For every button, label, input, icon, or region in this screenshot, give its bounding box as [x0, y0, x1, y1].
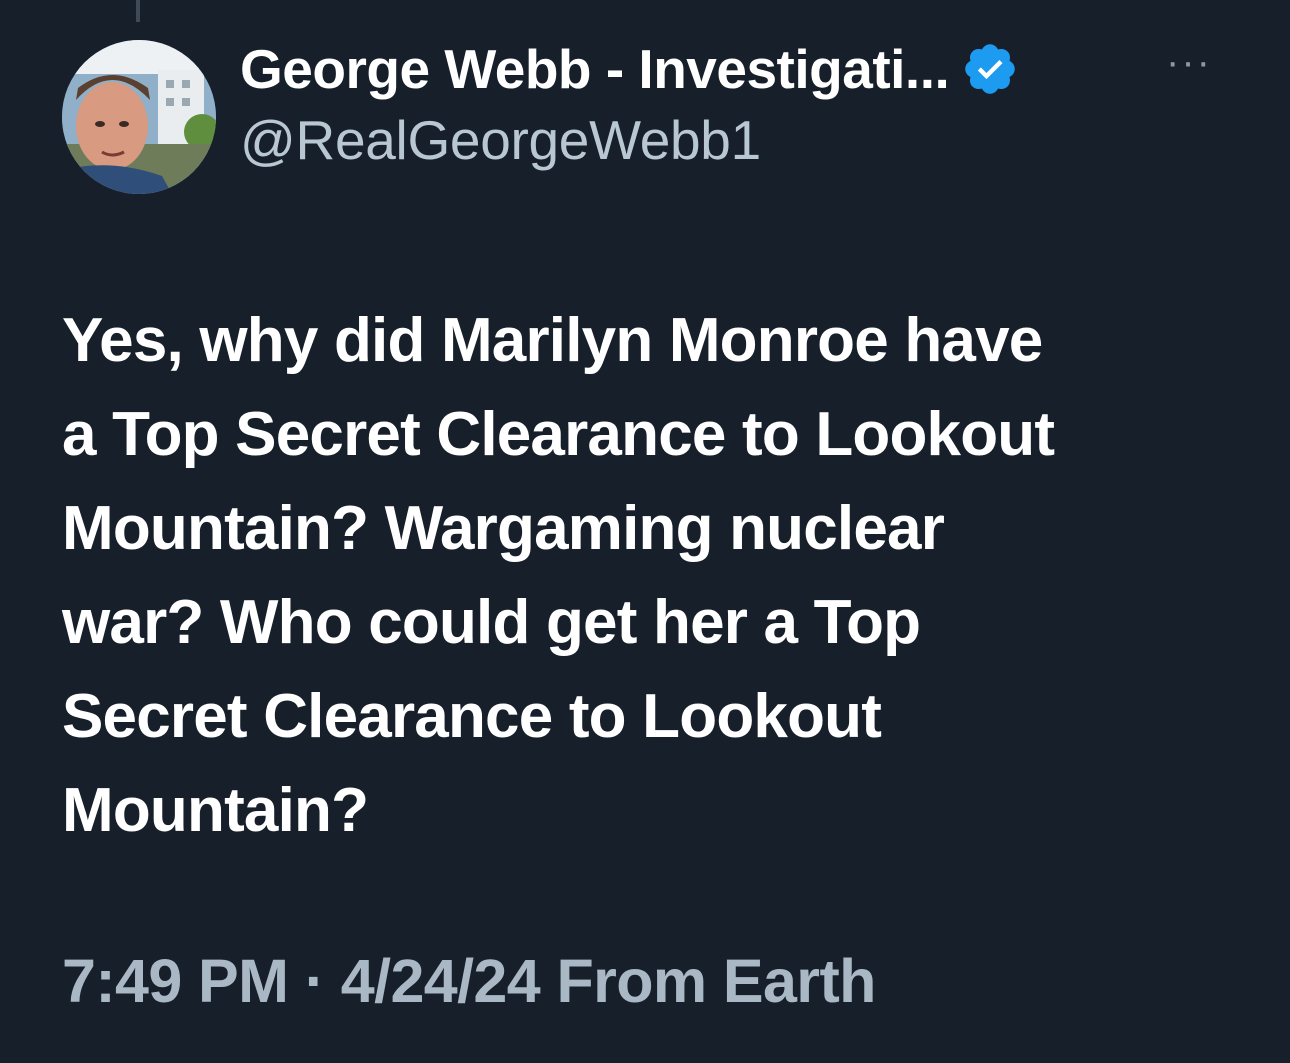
- tweet-header: George Webb - Investigati... @RealGeorge…: [240, 34, 1230, 172]
- author-handle[interactable]: @RealGeorgeWebb1: [240, 108, 1230, 172]
- thread-connector-line: [136, 0, 140, 22]
- author-display-name[interactable]: George Webb - Investigati...: [240, 37, 950, 101]
- more-icon[interactable]: ···: [1166, 42, 1212, 82]
- tweet-source: From Earth: [540, 947, 876, 1015]
- avatar-image: [62, 40, 216, 194]
- verified-badge-icon[interactable]: [961, 40, 1019, 98]
- tweet-meta: 7:49 PM · 4/24/24 From Earth: [62, 946, 876, 1016]
- meta-separator: ·: [288, 947, 341, 1015]
- name-row: George Webb - Investigati...: [240, 34, 1230, 104]
- tweet-text: Yes, why did Marilyn Monroe have a Top S…: [62, 306, 1055, 845]
- avatar[interactable]: [62, 40, 216, 194]
- tweet-date[interactable]: 4/24/24: [341, 947, 541, 1015]
- tweet-time[interactable]: 7:49 PM: [62, 947, 289, 1015]
